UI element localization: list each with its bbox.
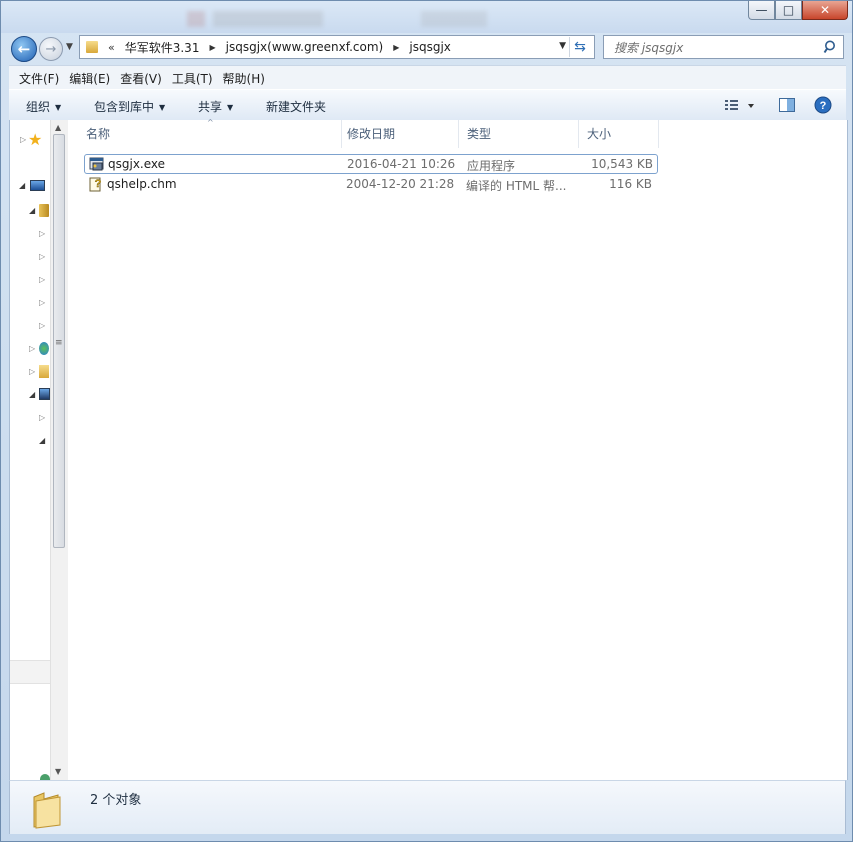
recent-pages-dropdown[interactable]: ▼ [66,42,73,52]
file-name: qshelp.chm [107,177,177,191]
expand-arrow-icon[interactable]: ▷ [39,413,45,422]
dropdown-caret-icon: ▼ [55,103,62,112]
libraries-icon [39,204,49,217]
chm-help-icon: ? [89,177,102,192]
folder-icon [86,41,98,53]
collapse-arrow-icon[interactable]: ◢ [29,390,35,399]
breadcrumb-item[interactable]: jsqsgjx [409,40,451,54]
command-toolbar: 组织 ▼ 包含到库中 ▼ 共享 ▼ 新建文件夹 ? [9,89,846,121]
navigation-scrollbar[interactable]: ▲ ≡ ▼ [50,120,68,780]
search-input[interactable] [612,39,821,57]
organize-button[interactable]: 组织 ▼ [26,98,61,115]
dropdown-caret-icon: ▼ [159,103,166,112]
collapse-arrow-icon[interactable]: ◢ [39,436,45,445]
collapse-arrow-icon[interactable]: ◢ [29,206,35,215]
explorer-window: — □ ✕ ← → ▼ « 华军软件3.31 ▶ jsqsgjx(www.gre… [0,0,853,842]
include-in-library-label: 包含到库中 [94,100,155,114]
address-bar[interactable]: « 华军软件3.31 ▶ jsqsgjx(www.greenxf.com) ▶ … [79,35,595,59]
svg-text:?: ? [95,178,102,190]
column-header: ^ 名称 修改日期 类型 大小 [68,118,668,148]
computer-icon [39,388,50,400]
preview-pane-icon[interactable] [778,96,796,114]
expand-arrow-icon[interactable]: ▷ [39,321,45,330]
file-modified: 2004-12-20 21:28 [346,177,455,191]
expand-arrow-icon[interactable]: ▷ [39,275,45,284]
details-pane: 2 个对象 [9,780,846,834]
new-folder-label: 新建文件夹 [266,100,327,114]
background-ghost-date [421,11,487,27]
breadcrumb-separator-icon[interactable]: ▶ [209,43,215,52]
file-size: 116 KB [609,177,652,191]
search-icon[interactable] [823,39,839,55]
collapse-arrow-icon[interactable]: ◢ [19,181,25,190]
column-size[interactable]: 大小 [579,120,659,148]
back-arrow-icon: ← [17,40,31,58]
file-modified: 2016-04-21 10:26 [347,157,456,171]
refresh-icon: ⇆ [574,39,586,55]
navigation-bar: ← → ▼ « 华军软件3.31 ▶ jsqsgjx(www.greenxf.c… [1,33,852,63]
background-ghost-text [213,11,323,27]
file-size: 10,543 KB [591,157,653,171]
menu-bar: 文件(F) 编辑(E) 查看(V) 工具(T) 帮助(H) [9,65,846,90]
breadcrumb-overflow[interactable]: « [108,41,115,54]
title-bar[interactable]: — □ ✕ [1,1,852,33]
column-type[interactable]: 类型 [459,120,579,148]
menu-help[interactable]: 帮助(H) [223,70,265,87]
file-list[interactable]: ^ 名称 修改日期 类型 大小 qsgjx.exe 2016-04-21 10:… [68,118,847,780]
menu-file[interactable]: 文件(F) [19,70,59,87]
large-folder-icon [33,792,61,829]
menu-view[interactable]: 查看(V) [120,70,162,87]
forward-button[interactable]: → [39,37,63,61]
dropdown-caret-icon: ▼ [227,103,234,112]
expand-arrow-icon[interactable]: ▷ [29,367,35,376]
user-folder-icon [39,365,49,378]
maximize-button[interactable]: □ [775,1,802,20]
organize-label: 组织 [26,100,51,114]
share-button[interactable]: 共享 ▼ [198,98,233,115]
expand-arrow-icon[interactable]: ▷ [20,135,26,144]
file-type: 应用程序 [467,159,516,173]
include-in-library-button[interactable]: 包含到库中 ▼ [94,98,165,115]
minimize-button[interactable]: — [748,1,775,20]
file-name: qsgjx.exe [108,157,166,171]
refresh-button[interactable]: ⇆ [569,37,590,57]
help-icon[interactable]: ? [814,96,832,114]
share-label: 共享 [198,100,223,114]
file-type: 编译的 HTML 帮... [466,179,567,193]
menu-tools[interactable]: 工具(T) [172,70,213,87]
file-row[interactable]: ? qshelp.chm 2004-12-20 21:28 编译的 HTML 帮… [84,175,658,195]
address-history-dropdown[interactable]: ▼ [559,41,566,51]
breadcrumb-item[interactable]: 华军软件3.31 [125,39,200,56]
column-name[interactable]: 名称 [78,120,342,148]
breadcrumb-item[interactable]: jsqsgjx(www.greenxf.com) [226,40,384,54]
scroll-down-arrow-icon[interactable]: ▼ [55,767,61,776]
homegroup-icon [39,342,49,355]
new-folder-button[interactable]: 新建文件夹 [266,98,326,115]
favorites-star-icon: ★ [28,130,43,149]
close-button[interactable]: ✕ [802,1,848,20]
nav-selected-item[interactable] [10,660,50,684]
breadcrumb-separator-icon[interactable]: ▶ [393,43,399,52]
change-view-icon[interactable] [723,96,757,114]
exe-application-icon [89,157,104,171]
item-count: 2 个对象 [90,793,142,808]
window-controls: — □ ✕ [748,1,848,20]
column-modified[interactable]: 修改日期 [339,120,459,148]
desktop-icon [30,180,45,191]
expand-arrow-icon[interactable]: ▷ [39,229,45,238]
expand-arrow-icon[interactable]: ▷ [39,252,45,261]
content-area: ▷ ★ ◢ ◢ ▷ ▷ ▷ ▷ ▷ ▷ ▷ ◢ ▷ ◢ ▲ ≡ ▼ ^ 名称 修… [9,118,848,780]
svg-text:?: ? [820,100,827,112]
menu-edit[interactable]: 编辑(E) [69,70,110,87]
expand-arrow-icon[interactable]: ▷ [39,298,45,307]
forward-arrow-icon: → [45,41,57,57]
back-button[interactable]: ← [11,36,37,62]
expand-arrow-icon[interactable]: ▷ [29,344,35,353]
search-box[interactable] [603,35,844,59]
scrollbar-grip-icon: ≡ [55,338,63,348]
file-row[interactable]: qsgjx.exe 2016-04-21 10:26 应用程序 10,543 K… [84,154,658,174]
scroll-up-arrow-icon[interactable]: ▲ [55,123,61,132]
background-ghost-icon [187,11,205,27]
